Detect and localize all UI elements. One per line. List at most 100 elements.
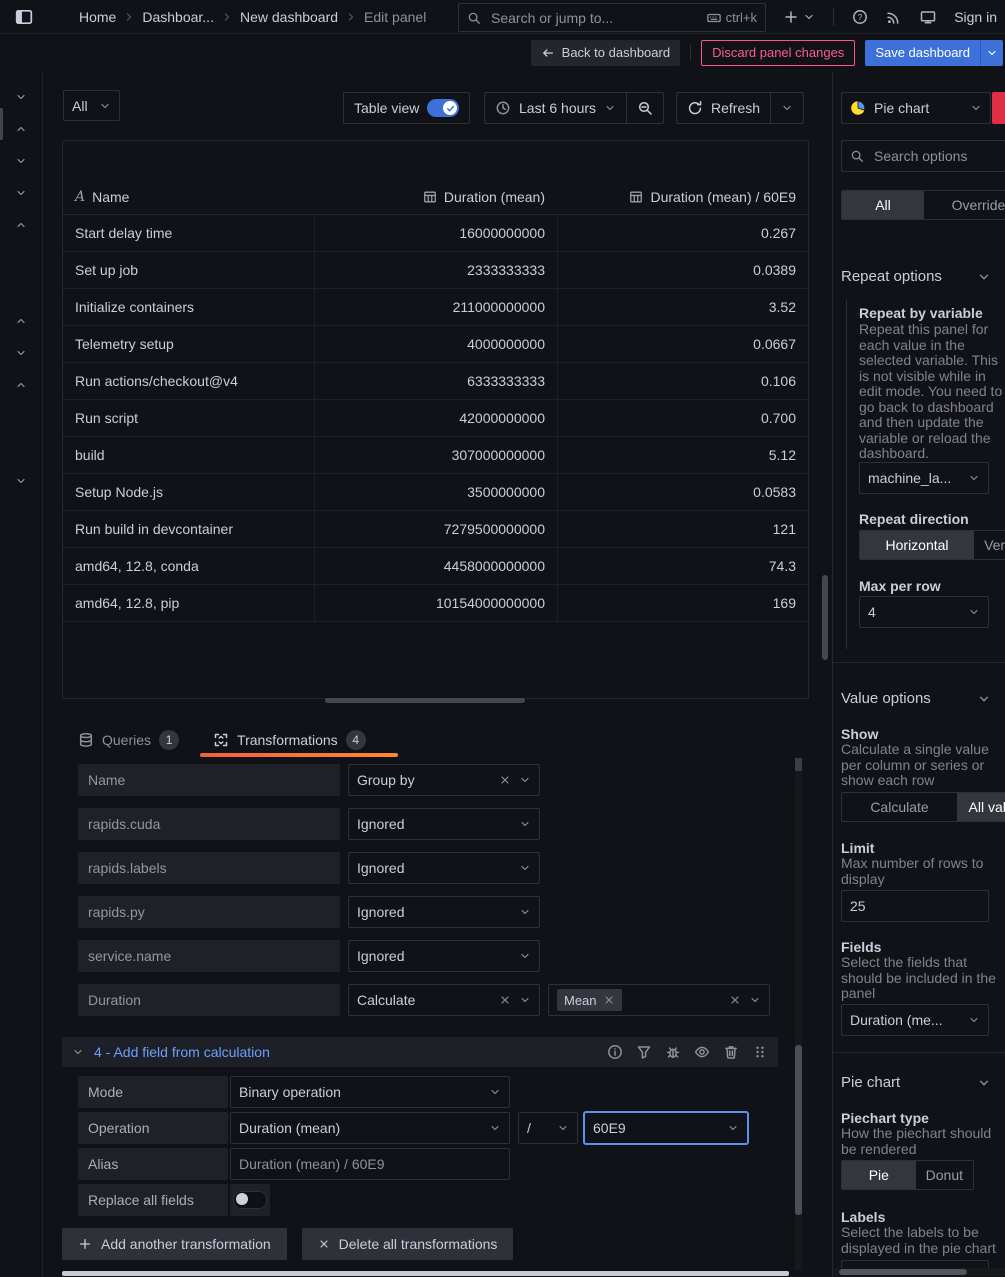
repeat-options-header[interactable]: Repeat options: [841, 268, 991, 285]
time-range-picker[interactable]: Last 6 hours: [485, 93, 626, 123]
discard-panel-changes-button[interactable]: Discard panel changes: [701, 40, 855, 66]
nav-section-chevron-down-icon[interactable]: [15, 187, 27, 199]
max-per-row-select[interactable]: 4: [859, 596, 989, 628]
tab-queries[interactable]: Queries 1: [78, 730, 179, 750]
calc-functions-select[interactable]: Mean: [548, 984, 770, 1016]
repeat-variable-select[interactable]: machine_la...: [859, 462, 989, 494]
new-button[interactable]: [783, 9, 815, 25]
filter-tab-overrides[interactable]: Overrides: [924, 191, 1005, 219]
pie-chart-section-header[interactable]: Pie chart: [841, 1074, 991, 1091]
field-action-select[interactable]: Group by: [348, 764, 540, 796]
nav-section-chevron-up-icon[interactable]: [15, 379, 27, 391]
nav-section-chevron-down-icon[interactable]: [15, 91, 27, 103]
eye-icon[interactable]: [694, 1044, 710, 1060]
direction-vertical[interactable]: Vertical: [974, 531, 1005, 559]
chevron-down-icon: [749, 994, 761, 1006]
drag-handle-icon[interactable]: [752, 1044, 768, 1060]
visualization-suggestion-clipped[interactable]: [992, 92, 1005, 124]
global-search-input[interactable]: [489, 9, 699, 27]
table-horizontal-scrollbar[interactable]: [325, 698, 525, 703]
nav-section-chevron-down-icon[interactable]: [15, 155, 27, 167]
clear-icon[interactable]: [729, 994, 741, 1006]
filter-tab-all[interactable]: All: [842, 191, 924, 219]
nav-section-chevron-down-icon[interactable]: [15, 347, 27, 359]
nav-section-chevron-up-icon[interactable]: [15, 123, 27, 135]
breadcrumb-dashboard[interactable]: New dashboard: [240, 9, 338, 25]
save-dashboard-menu-button[interactable]: [980, 40, 1003, 66]
help-button[interactable]: ?: [852, 9, 868, 25]
scope-select[interactable]: All: [63, 90, 120, 121]
cell-value: 4458000000000: [314, 548, 557, 584]
main-vertical-scrollbar[interactable]: [822, 575, 828, 660]
tab-transformations[interactable]: Transformations 4: [213, 730, 366, 750]
mode-select[interactable]: Binary operation: [230, 1076, 510, 1108]
remove-option-icon[interactable]: [603, 994, 615, 1006]
transform-icon: [213, 732, 229, 748]
transformations-scrollbar-thumb[interactable]: [795, 1045, 802, 1215]
nav-section-chevron-down-icon[interactable]: [15, 475, 27, 487]
chevron-down-icon: [519, 906, 531, 918]
save-dashboard-button[interactable]: Save dashboard: [865, 40, 980, 66]
time-range-zoom-out-button[interactable]: [627, 93, 663, 123]
collapse-chevron-icon[interactable]: [72, 1046, 84, 1058]
cell-value: 0.106: [557, 363, 808, 399]
column-header-name[interactable]: A Name: [63, 179, 314, 214]
column-header-duration-mean[interactable]: Duration (mean): [314, 179, 557, 214]
transformation-title[interactable]: 4 - Add field from calculation: [94, 1044, 270, 1060]
news-button[interactable]: [886, 9, 902, 25]
show-calculate[interactable]: Calculate: [842, 793, 957, 821]
options-horizontal-scrollbar-thumb[interactable]: [839, 1269, 967, 1275]
back-to-dashboard-button[interactable]: Back to dashboard: [531, 40, 680, 66]
nav-section-chevron-up-icon[interactable]: [15, 219, 27, 231]
limit-input[interactable]: [841, 890, 989, 922]
bottom-horizontal-scrollbar[interactable]: [62, 1271, 789, 1276]
column-header-duration-ratio[interactable]: Duration (mean) / 60E9: [557, 179, 808, 214]
add-transformation-button[interactable]: Add another transformation: [62, 1228, 287, 1260]
bug-icon[interactable]: [665, 1044, 681, 1060]
direction-horizontal[interactable]: Horizontal: [860, 531, 974, 559]
trash-icon[interactable]: [723, 1044, 739, 1060]
table-view-toggle[interactable]: Table view: [344, 93, 469, 123]
filter-icon[interactable]: [636, 1044, 652, 1060]
field-action-select[interactable]: Ignored: [348, 940, 540, 972]
refresh-button[interactable]: Refresh: [677, 93, 770, 123]
transform-field-row: NameGroup by: [78, 764, 770, 796]
alias-input[interactable]: [230, 1148, 510, 1180]
options-search-input[interactable]: [872, 147, 1004, 165]
visualization-picker[interactable]: Pie chart: [841, 92, 991, 124]
type-donut[interactable]: Donut: [916, 1161, 973, 1189]
breadcrumb-home[interactable]: Home: [79, 9, 116, 25]
info-icon[interactable]: [607, 1044, 623, 1060]
field-action-select[interactable]: Ignored: [348, 852, 540, 884]
type-pie[interactable]: Pie: [842, 1161, 916, 1189]
left-operand-select[interactable]: Duration (mean): [230, 1112, 510, 1144]
table-row: Run build in devcontainer727950000000012…: [63, 511, 808, 548]
options-search[interactable]: [841, 140, 1005, 172]
field-action-select[interactable]: Ignored: [348, 808, 540, 840]
global-search[interactable]: ctrl+k: [458, 3, 766, 32]
operator-select[interactable]: /: [518, 1112, 578, 1144]
field-action-select[interactable]: Calculate: [348, 984, 540, 1016]
clear-icon[interactable]: [499, 774, 511, 786]
breadcrumb-dashboards[interactable]: Dashboar...: [142, 9, 214, 25]
select-value: 60E9: [593, 1120, 719, 1136]
sign-in-button[interactable]: Sign in: [954, 9, 997, 25]
chevron-down-icon: [519, 950, 531, 962]
show-radio: Calculate All values: [841, 792, 1005, 822]
table-view-switch[interactable]: [427, 99, 459, 117]
calculation-form: Mode Binary operation Operation Duration…: [78, 1076, 748, 1216]
fields-select[interactable]: Duration (me...: [841, 1004, 989, 1036]
rss-icon: [886, 9, 902, 25]
value-options-header[interactable]: Value options: [841, 690, 991, 707]
right-operand-select[interactable]: 60E9: [584, 1112, 748, 1144]
refresh-interval-button[interactable]: [771, 93, 803, 123]
replace-all-fields-toggle[interactable]: [230, 1184, 270, 1216]
sidebar-toggle-button[interactable]: [13, 6, 35, 28]
display-button[interactable]: [920, 9, 936, 25]
chevron-down-icon: [604, 102, 616, 114]
clear-icon[interactable]: [499, 994, 511, 1006]
nav-section-chevron-up-icon[interactable]: [15, 315, 27, 327]
delete-all-transformations-button[interactable]: Delete all transformations: [302, 1228, 514, 1260]
show-all-values[interactable]: All values: [957, 793, 1005, 821]
field-action-select[interactable]: Ignored: [348, 896, 540, 928]
